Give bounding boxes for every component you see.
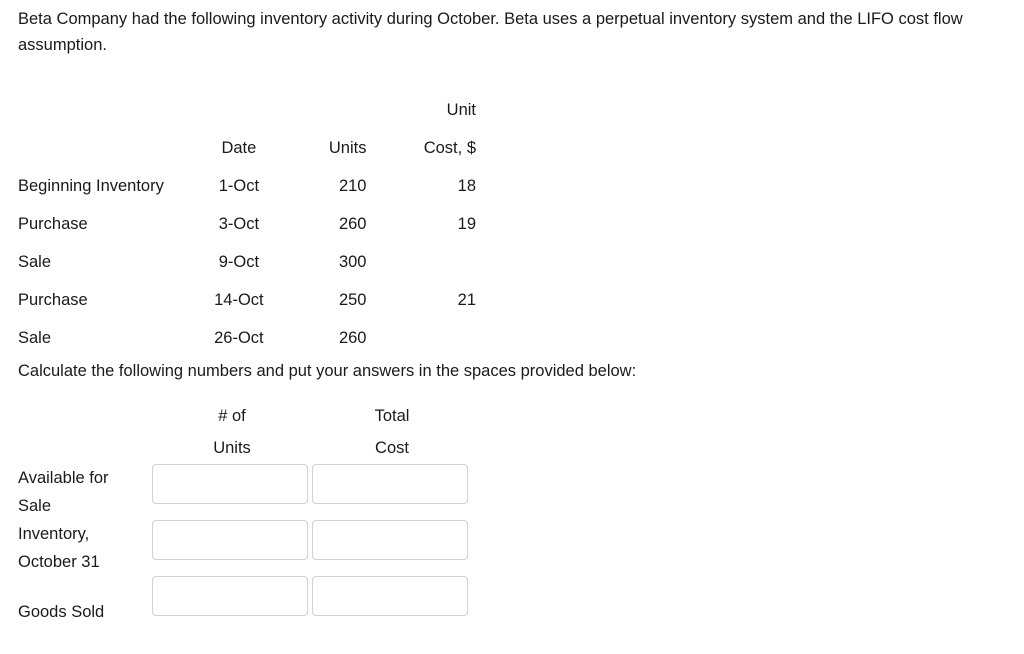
- inventory-row-label: Sale: [18, 253, 52, 271]
- inventory-row-units: 260: [338, 215, 367, 233]
- inventory-row-label: Beginning Inventory: [18, 177, 164, 195]
- table-row: Purchase 14-Oct 250 21: [18, 272, 488, 310]
- question-page: Beta Company had the following inventory…: [0, 0, 1024, 654]
- inventory-row-date: 26-Oct: [214, 329, 264, 347]
- inventory-table-header-top: Unit: [18, 82, 488, 120]
- inventory-row-date: 14-Oct: [214, 291, 264, 309]
- answer-header-cost-line1: Total: [374, 407, 410, 425]
- answer-header-units-line1: # of: [218, 407, 246, 425]
- inventory-row-units: 300: [338, 253, 367, 271]
- inventory-header-label-spacer: [18, 82, 195, 120]
- inventory-row-label: Purchase: [18, 291, 88, 309]
- intro-paragraph: Beta Company had the following inventory…: [18, 10, 968, 54]
- inventory-row-unit-cost: [384, 310, 488, 348]
- inventory-activity-table: Unit Date Units Cost, $ Beginning Invent…: [18, 82, 488, 348]
- answer-header-label-spacer: [18, 400, 152, 464]
- inventory-row-date: 3-Oct: [218, 215, 260, 233]
- inventory-header-date-spacer: [195, 82, 283, 120]
- answer-cell-units: [152, 464, 312, 520]
- answer-header-units-line2: Units: [213, 439, 251, 457]
- inventory-row-units: 250: [338, 291, 367, 309]
- answer-row-label: Goods Sold: [18, 603, 105, 621]
- inventory-row-date: 1-Oct: [218, 177, 260, 195]
- inventory-row-unit-cost: 18: [457, 177, 476, 195]
- goods-sold-cost-input[interactable]: [312, 576, 468, 616]
- answer-row-goods-sold: Goods Sold: [18, 576, 472, 626]
- available-for-sale-cost-input[interactable]: [312, 464, 468, 504]
- instruction-text: Calculate the following numbers and put …: [18, 362, 637, 380]
- answer-cell-units: [152, 520, 312, 576]
- answer-row-inventory-october-31: Inventory, October 31: [18, 520, 472, 576]
- inventory-october-31-cost-input[interactable]: [312, 520, 468, 560]
- answer-table: # of Units Total Cost Available for Sale: [18, 400, 472, 626]
- inventory-row-unit-cost: [384, 234, 488, 272]
- goods-sold-units-input[interactable]: [152, 576, 308, 616]
- answer-header-cost-line2: Cost: [375, 439, 409, 457]
- inventory-row-label: Purchase: [18, 215, 88, 233]
- answer-cell-cost: [312, 464, 472, 520]
- inventory-table-header-main: Date Units Cost, $: [18, 120, 488, 158]
- inventory-row-unit-cost: 19: [457, 215, 476, 233]
- answer-cell-cost: [312, 576, 472, 626]
- inventory-row-unit-cost: 21: [457, 291, 476, 309]
- inventory-row-units: 210: [338, 177, 367, 195]
- table-row: Purchase 3-Oct 260 19: [18, 196, 488, 234]
- answer-header-cost: Total Cost: [312, 400, 472, 464]
- available-for-sale-units-input[interactable]: [152, 464, 308, 504]
- answer-row-label: Inventory, October 31: [18, 525, 100, 571]
- inventory-row-label: Sale: [18, 329, 52, 347]
- inventory-header-units-spacer: [283, 82, 385, 120]
- inventory-header-unit-cost-line1: Unit: [446, 101, 476, 119]
- inventory-header-date: Date: [221, 139, 257, 157]
- answer-row-available-for-sale: Available for Sale: [18, 464, 472, 520]
- answer-cell-cost: [312, 520, 472, 576]
- inventory-october-31-units-input[interactable]: [152, 520, 308, 560]
- inventory-row-date: 9-Oct: [218, 253, 260, 271]
- answer-row-label: Available for Sale: [18, 469, 109, 515]
- table-row: Sale 9-Oct 300: [18, 234, 488, 272]
- inventory-row-units: 260: [338, 329, 367, 347]
- answer-header-units: # of Units: [152, 400, 312, 464]
- answer-table-header-row: # of Units Total Cost: [18, 400, 472, 464]
- answer-cell-units: [152, 576, 312, 626]
- inventory-header-units: Units: [328, 139, 367, 157]
- table-row: Beginning Inventory 1-Oct 210 18: [18, 158, 488, 196]
- inventory-header-unit-cost-line2: Cost, $: [423, 139, 476, 157]
- inventory-header-label: [18, 120, 195, 158]
- table-row: Sale 26-Oct 260: [18, 310, 488, 348]
